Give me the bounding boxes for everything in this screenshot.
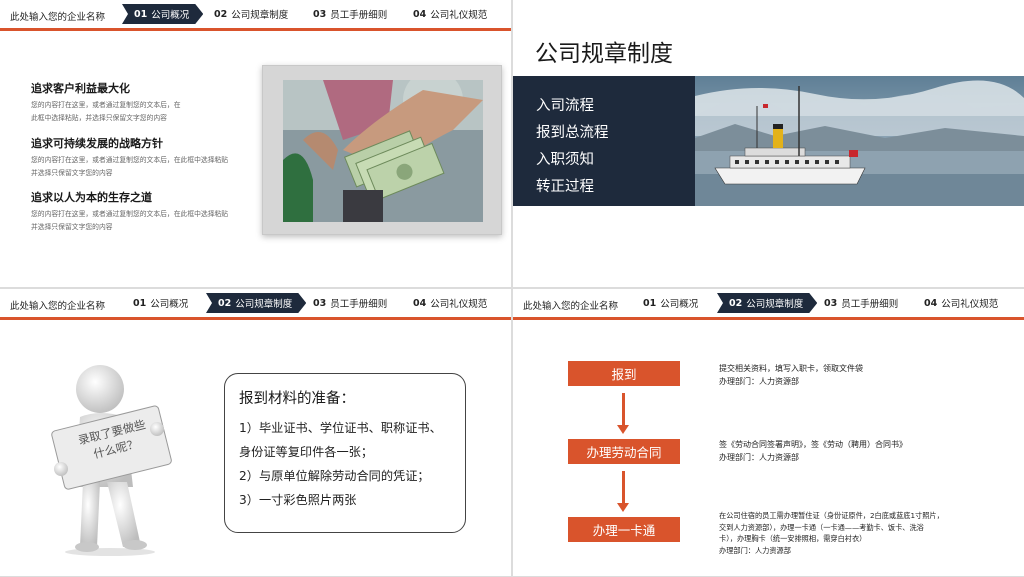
arrow-down-icon [617, 425, 629, 434]
value-desc-line: 您的内容打在这里，或者通过复制您的文本后，在 [31, 101, 181, 109]
nav-label: 公司礼仪规范 [430, 299, 488, 310]
value-desc-line: 您的内容打在这里，或者通过复制您的文本后，在此框中选择粘贴 [31, 210, 229, 218]
nav-tab-overview[interactable]: 01 公司概况 [133, 293, 188, 313]
nav-tab-etiquette[interactable]: 04 公司礼仪规范 [413, 293, 487, 313]
slide-header: 此处输入您的企业名称 01 公司概况 02 公司规章制度 03 员工手册细则 0… [513, 289, 1024, 320]
value-item: 追求客户利益最大化 您的内容打在这里，或者通过复制您的文本后，在 此框中选择粘贴… [31, 80, 256, 125]
nav-num: 01 [134, 8, 148, 20]
slide-grid: 此处输入您的企业名称 01 公司概况 02 公司规章制度 03 员工手册细则 0… [0, 0, 1024, 577]
step-contract-button[interactable]: 办理劳动合同 [568, 439, 680, 464]
slide-materials[interactable]: 此处输入您的企业名称 01 公司概况 02 公司规章制度 03 员工手册细则 0… [0, 289, 511, 576]
value-desc-line: 并选择只保留文字您的内容 [31, 223, 113, 231]
header-divider [0, 28, 511, 31]
nav-label: 公司规章制度 [235, 299, 293, 310]
nav-num: 04 [413, 297, 427, 309]
step-desc-line: 办理部门：人力资源部 [719, 453, 799, 462]
value-title: 追求可持续发展的战略方针 [31, 137, 163, 150]
step-card-button[interactable]: 办理一卡通 [568, 517, 680, 542]
nav-tab-handbook[interactable]: 03 员工手册细则 [824, 293, 898, 313]
nav-num: 01 [133, 297, 147, 309]
ship-photo [695, 76, 1024, 206]
step-description: 提交相关资料，填写入职卡，领取文件袋 办理部门：人力资源部 [719, 362, 999, 388]
materials-heading: 报到材料的准备： [239, 391, 355, 407]
rules-list-item[interactable]: 转正过程 [536, 175, 594, 196]
step-desc-line: 签《劳动合同签署声明》，签《劳动（聘用）合同书》 [719, 440, 907, 449]
nav-num: 03 [824, 297, 838, 309]
money-photo [283, 80, 483, 222]
value-desc-line: 您的内容打在这里，或者通过复制您的文本后，在此框中选择粘贴 [31, 156, 229, 164]
nav-num: 04 [413, 8, 427, 20]
header-divider [0, 317, 511, 320]
value-desc: 您的内容打在这里，或者通过复制您的文本后，在此框中选择粘贴 并选择只保留文字您的… [31, 208, 256, 234]
header-divider [513, 317, 1024, 320]
rules-list-item[interactable]: 入司流程 [536, 94, 594, 115]
nav-tab-handbook[interactable]: 03 员工手册细则 [313, 4, 387, 24]
nav-label: 员工手册细则 [330, 299, 388, 310]
nav-tab-etiquette[interactable]: 04 公司礼仪规范 [413, 4, 487, 24]
slide-title: 公司规章制度 [535, 41, 673, 67]
step-description: 签《劳动合同签署声明》，签《劳动（聘用）合同书》 办理部门：人力资源部 [719, 438, 999, 464]
step-desc-line: 卡），办理胸卡（统一安排照相，需穿白衬衣） [719, 534, 867, 543]
nav-tab-etiquette[interactable]: 04 公司礼仪规范 [924, 293, 998, 313]
nav-label: 公司礼仪规范 [430, 10, 488, 21]
nav-num: 02 [218, 297, 232, 309]
nav-label: 公司规章制度 [746, 299, 804, 310]
nav-tab-rules[interactable]: 02 公司规章制度 [206, 293, 306, 313]
value-desc: 您的内容打在这里，或者通过复制您的文本后，在此框中选择粘贴 并选择只保留文字您的… [31, 154, 256, 180]
nav-tab-overview[interactable]: 01 公司概况 [122, 4, 203, 24]
nav-label: 公司概况 [150, 299, 189, 310]
step-desc-line: 办理部门：人力资源部 [719, 545, 791, 555]
value-title: 追求客户利益最大化 [31, 82, 130, 95]
nav-num: 02 [214, 8, 228, 20]
nav-label: 员工手册细则 [841, 299, 899, 310]
materials-line: 3）一寸彩色照片两张 [239, 493, 357, 507]
flow-arrow-shaft [622, 393, 625, 425]
rules-list-item[interactable]: 入职须知 [536, 148, 594, 169]
step-desc-line: 办理部门：人力资源部 [719, 377, 799, 386]
value-item: 追求可持续发展的战略方针 您的内容打在这里，或者通过复制您的文本后，在此框中选择… [31, 135, 256, 180]
value-desc-line: 并选择只保留文字您的内容 [31, 169, 113, 177]
arrow-down-icon [617, 503, 629, 512]
company-name: 此处输入您的企业名称 [10, 301, 106, 312]
nav-label: 公司规章制度 [231, 10, 289, 21]
nav-num: 04 [924, 297, 938, 309]
nav-tab-handbook[interactable]: 03 员工手册细则 [313, 293, 387, 313]
nav-num: 03 [313, 8, 327, 20]
nav-label: 公司概况 [151, 10, 190, 21]
company-name: 此处输入您的企业名称 [523, 301, 619, 312]
nav-num: 03 [313, 297, 327, 309]
slide-company-overview[interactable]: 此处输入您的企业名称 01 公司概况 02 公司规章制度 03 员工手册细则 0… [0, 0, 511, 287]
money-photo-frame [262, 65, 502, 235]
value-desc-line: 此框中选择粘贴，并选择只保留文字您的内容 [31, 114, 167, 122]
company-name: 此处输入您的企业名称 [10, 12, 106, 23]
materials-line: 身份证等复印件各一张； [239, 445, 374, 459]
step-description: 在公司住宿的员工需办理暂住证（身份证原件，2白底或蓝底1寸照片， 交到人力资源部… [719, 510, 999, 556]
rules-list-item[interactable]: 报到总流程 [536, 121, 609, 142]
nav-label: 公司概况 [660, 299, 699, 310]
value-item: 追求以人为本的生存之道 您的内容打在这里，或者通过复制您的文本后，在此框中选择粘… [31, 189, 256, 234]
value-desc: 您的内容打在这里，或者通过复制您的文本后，在 此框中选择粘贴，并选择只保留文字您… [31, 99, 256, 125]
step-desc-line: 提交相关资料，填写入职卡，领取文件袋 [719, 364, 863, 373]
nav-num: 01 [643, 297, 657, 309]
rules-list-panel: 入司流程 报到总流程 入职须知 转正过程 [513, 76, 695, 206]
slide-rules-title[interactable]: 公司规章制度 入司流程 报到总流程 入职须知 转正过程 [513, 0, 1024, 287]
value-title: 追求以人为本的生存之道 [31, 191, 152, 204]
step-desc-line: 交到人力资源部），办理一卡通（一卡通——考勤卡、饭卡、洗浴 [719, 522, 924, 532]
flow-arrow-shaft [622, 471, 625, 503]
nav-tab-rules[interactable]: 02 公司规章制度 [214, 4, 288, 24]
slide-header: 此处输入您的企业名称 01 公司概况 02 公司规章制度 03 员工手册细则 0… [0, 0, 511, 31]
nav-label: 公司礼仪规范 [941, 299, 999, 310]
materials-box: 报到材料的准备： 1）毕业证书、学位证书、职称证书、 身份证等复印件各一张； 2… [224, 373, 466, 533]
step-report-button[interactable]: 报到 [568, 361, 680, 386]
rules-band: 入司流程 报到总流程 入职须知 转正过程 [513, 76, 1024, 206]
nav-tab-overview[interactable]: 01 公司概况 [643, 293, 698, 313]
nav-num: 02 [729, 297, 743, 309]
nav-tab-rules[interactable]: 02 公司规章制度 [717, 293, 817, 313]
materials-line: 1）毕业证书、学位证书、职称证书、 [239, 421, 442, 435]
step-desc-line: 在公司住宿的员工需办理暂住证（身份证原件，2白底或蓝底1寸照片， [719, 511, 944, 520]
slide-header: 此处输入您的企业名称 01 公司概况 02 公司规章制度 03 员工手册细则 0… [0, 289, 511, 320]
materials-line: 2）与原单位解除劳动合同的凭证； [239, 469, 430, 483]
nav-label: 员工手册细则 [330, 10, 388, 21]
slide-onboarding-flow[interactable]: 此处输入您的企业名称 01 公司概况 02 公司规章制度 03 员工手册细则 0… [513, 289, 1024, 576]
